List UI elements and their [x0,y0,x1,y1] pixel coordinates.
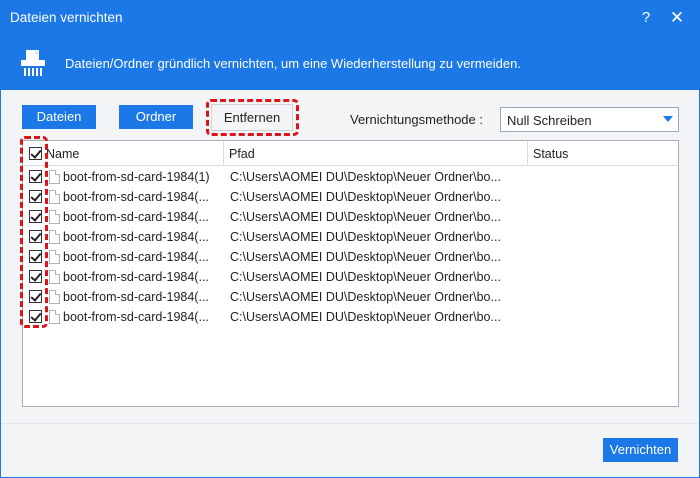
file-name: boot-from-sd-card-1984(... [63,310,209,324]
row-checkbox[interactable] [29,270,42,283]
file-icon [49,230,60,244]
file-path: C:\Users\AOMEI DU\Desktop\Neuer Ordner\b… [230,310,501,324]
shred-method-label: Vernichtungsmethode : [350,112,483,127]
file-path: C:\Users\AOMEI DU\Desktop\Neuer Ordner\b… [230,230,501,244]
file-path: C:\Users\AOMEI DU\Desktop\Neuer Ordner\b… [230,190,501,204]
file-path: C:\Users\AOMEI DU\Desktop\Neuer Ordner\b… [230,290,501,304]
footer-divider [1,423,699,424]
column-header-path[interactable]: Pfad [229,141,255,166]
column-header-status[interactable]: Status [533,141,568,166]
add-folder-button[interactable]: Ordner [119,105,193,129]
row-checkbox[interactable] [29,210,42,223]
row-checkbox[interactable] [29,170,42,183]
table-row[interactable]: boot-from-sd-card-1984(... C:\Users\AOME… [23,307,678,327]
shred-method-select[interactable]: Null Schreiben [500,107,679,132]
file-name: boot-from-sd-card-1984(... [63,210,209,224]
file-path: C:\Users\AOMEI DU\Desktop\Neuer Ordner\b… [230,270,501,284]
file-table: Name Pfad Status boot-from-sd-card-1984(… [22,140,679,407]
file-name: boot-from-sd-card-1984(... [63,290,209,304]
row-checkbox[interactable] [29,230,42,243]
column-divider[interactable] [527,141,528,166]
table-row[interactable]: boot-from-sd-card-1984(... C:\Users\AOME… [23,247,678,267]
file-name: boot-from-sd-card-1984(... [63,230,209,244]
column-header-name[interactable]: Name [46,141,79,166]
file-icon [49,310,60,324]
table-row[interactable]: boot-from-sd-card-1984(... C:\Users\AOME… [23,287,678,307]
file-icon [49,270,60,284]
file-name: boot-from-sd-card-1984(... [63,190,209,204]
row-checkbox[interactable] [29,190,42,203]
select-all-checkbox[interactable] [29,147,42,160]
file-path: C:\Users\AOMEI DU\Desktop\Neuer Ordner\b… [230,170,501,184]
shred-method-value: Null Schreiben [507,113,592,128]
table-row[interactable]: boot-from-sd-card-1984(1) C:\Users\AOMEI… [23,167,678,187]
row-checkbox[interactable] [29,290,42,303]
file-path: C:\Users\AOMEI DU\Desktop\Neuer Ordner\b… [230,250,501,264]
shred-button[interactable]: Vernichten [603,438,678,462]
banner-text: Dateien/Ordner gründlich vernichten, um … [65,56,521,71]
file-icon [49,190,60,204]
file-name: boot-from-sd-card-1984(... [63,270,209,284]
add-files-button[interactable]: Dateien [22,105,96,129]
title-bar: Dateien vernichten ? ✕ [1,1,699,36]
close-icon[interactable]: ✕ [666,7,688,29]
file-icon [49,210,60,224]
remove-button[interactable]: Entfernen [211,104,293,131]
file-name: boot-from-sd-card-1984(1) [63,170,210,184]
info-banner: Dateien/Ordner gründlich vernichten, um … [1,36,699,90]
chevron-down-icon [663,116,673,122]
table-row[interactable]: boot-from-sd-card-1984(... C:\Users\AOME… [23,267,678,287]
row-checkbox[interactable] [29,310,42,323]
table-row[interactable]: boot-from-sd-card-1984(... C:\Users\AOME… [23,187,678,207]
row-checkbox[interactable] [29,250,42,263]
file-path: C:\Users\AOMEI DU\Desktop\Neuer Ordner\b… [230,210,501,224]
shredder-icon [21,50,45,76]
help-icon[interactable]: ? [635,7,657,29]
file-icon [49,250,60,264]
shred-dialog: Dateien vernichten ? ✕ Dateien/Ordner gr… [0,0,700,478]
file-icon [49,290,60,304]
table-row[interactable]: boot-from-sd-card-1984(... C:\Users\AOME… [23,207,678,227]
window-title: Dateien vernichten [10,10,123,25]
table-header: Name Pfad Status [23,141,678,166]
file-name: boot-from-sd-card-1984(... [63,250,209,264]
table-row[interactable]: boot-from-sd-card-1984(... C:\Users\AOME… [23,227,678,247]
column-divider[interactable] [223,141,224,166]
file-icon [49,170,60,184]
